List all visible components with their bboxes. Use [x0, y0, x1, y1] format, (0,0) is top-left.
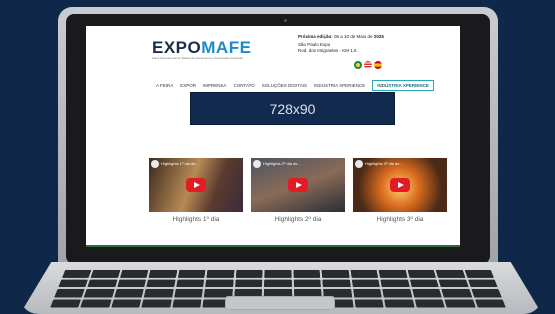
edition-label: Próxima edição:	[298, 34, 333, 39]
brazil-flag-icon[interactable]	[354, 61, 362, 69]
nav-item-a-feira[interactable]: A FEIRA	[156, 83, 173, 88]
nav-item-contato[interactable]: CONTATO	[234, 83, 255, 88]
video-card: Highlights 3º dia do... Highlights 3º di…	[353, 158, 447, 223]
keyboard-key	[62, 269, 92, 278]
keyboard-key	[80, 299, 112, 308]
video-thumbnail[interactable]: Highlights 1º dia do...	[149, 158, 243, 212]
keyboard-key	[58, 279, 89, 288]
keyboard-key	[114, 288, 145, 298]
keyboard-key	[144, 288, 174, 298]
play-button-icon[interactable]	[390, 178, 410, 192]
webcam-icon	[284, 19, 287, 22]
screen-divider	[86, 245, 460, 247]
keyboard-key	[467, 279, 498, 288]
ad-banner[interactable]: 728x90	[190, 92, 395, 125]
keyboard-key	[146, 279, 176, 288]
video-card: Highlights 2º dia do... Highlights 2º di…	[251, 158, 345, 223]
video-caption: Highlights 1º dia	[172, 216, 220, 223]
channel-avatar-icon	[151, 160, 159, 168]
keyboard-key	[111, 299, 142, 308]
keyboard-key	[205, 279, 234, 288]
edition-year: 2025	[373, 34, 384, 39]
keyboard-key	[293, 269, 321, 278]
video-gallery: Highlights 1º dia do... Highlights 1º di…	[149, 158, 447, 223]
video-thumbnail[interactable]: Highlights 2º dia do...	[251, 158, 345, 212]
keyboard-key	[176, 279, 205, 288]
keyboard-key	[54, 288, 86, 298]
keyboard-key	[321, 269, 350, 278]
edition-info: Próxima edição: 06 a 10 de Maio de 2025 …	[298, 34, 384, 54]
keyboard-key	[464, 269, 494, 278]
keyboard-key	[322, 279, 351, 288]
keyboard-key	[444, 299, 476, 308]
usa-flag-icon[interactable]	[364, 61, 372, 69]
nav-item-expor[interactable]: EXPOR	[180, 83, 196, 88]
language-flags	[354, 61, 382, 69]
keyboard-key	[382, 288, 412, 298]
venue-line-2: Rod. dos Imigrantes - KM 1,5	[298, 48, 357, 53]
keyboard-key	[414, 299, 445, 308]
keyboard-key	[264, 269, 292, 278]
nav-item-industria-xperience[interactable]: INDÚSTRIA XPERIENCE	[314, 83, 365, 88]
keyboard-key	[351, 279, 380, 288]
video-title: Highlights 1º dia do...	[161, 161, 199, 166]
nav-item-solucoes-digitais[interactable]: SOLUÇÕES DIGITAIS	[262, 83, 307, 88]
keyboard-key	[177, 269, 206, 278]
play-button-icon[interactable]	[186, 178, 206, 192]
nav-item-imprensa[interactable]: IMPRENSA	[203, 83, 227, 88]
keyboard-key	[350, 269, 379, 278]
keyboard-key	[117, 279, 147, 288]
main-nav: A FEIRA EXPOR IMPRENSA CONTATO SOLUÇÕES …	[156, 80, 434, 91]
keyboard-key	[84, 288, 115, 298]
laptop-screen: EXPOMAFE Feira Internacional de Máquinas…	[86, 26, 460, 247]
site-tagline: Feira Internacional de Máquinas-Ferramen…	[152, 56, 243, 60]
video-caption: Highlights 2º dia	[274, 216, 322, 223]
keyboard-key	[470, 288, 502, 298]
keyboard-key	[50, 299, 82, 308]
video-thumbnail[interactable]: Highlights 3º dia do...	[353, 158, 447, 212]
keyboard-key	[172, 299, 202, 308]
logo-main: EXPO	[152, 38, 202, 57]
keyboard-key	[264, 279, 292, 288]
keyboard-key	[206, 269, 235, 278]
keyboard-key	[411, 288, 442, 298]
keyboard-key	[235, 269, 263, 278]
channel-avatar-icon	[355, 160, 363, 168]
keyboard-key	[352, 288, 382, 298]
video-card: Highlights 1º dia do... Highlights 1º di…	[149, 158, 243, 223]
keyboard-key	[384, 299, 415, 308]
video-title: Highlights 2º dia do...	[263, 161, 301, 166]
keyboard-key	[409, 279, 439, 288]
keyboard-key	[407, 269, 436, 278]
logo-accent: MAFE	[201, 38, 252, 57]
play-button-icon[interactable]	[288, 178, 308, 192]
spain-flag-icon[interactable]	[374, 61, 382, 69]
edition-dates: 06 a 10 de Maio de	[334, 34, 373, 39]
keyboard-key	[234, 279, 263, 288]
keyboard-key	[141, 299, 172, 308]
keyboard-key	[293, 279, 322, 288]
nav-item-active[interactable]: INDÚSTRIA XPERIENCE	[372, 80, 434, 91]
keyboard-key	[474, 299, 506, 308]
video-title: Highlights 3º dia do...	[365, 161, 403, 166]
keyboard-key	[120, 269, 149, 278]
keyboard-key	[380, 279, 410, 288]
video-caption: Highlights 3º dia	[376, 216, 424, 223]
keyboard-key	[441, 288, 472, 298]
keyboard-key	[438, 279, 469, 288]
keyboard-key	[354, 299, 384, 308]
keyboard-key	[174, 288, 204, 298]
keyboard-key	[435, 269, 465, 278]
channel-avatar-icon	[253, 160, 261, 168]
keyboard-key	[148, 269, 178, 278]
site-logo[interactable]: EXPOMAFE	[152, 38, 251, 58]
keyboard-key	[378, 269, 408, 278]
keyboard-key	[91, 269, 121, 278]
trackpad	[225, 296, 335, 310]
keyboard-key	[87, 279, 118, 288]
